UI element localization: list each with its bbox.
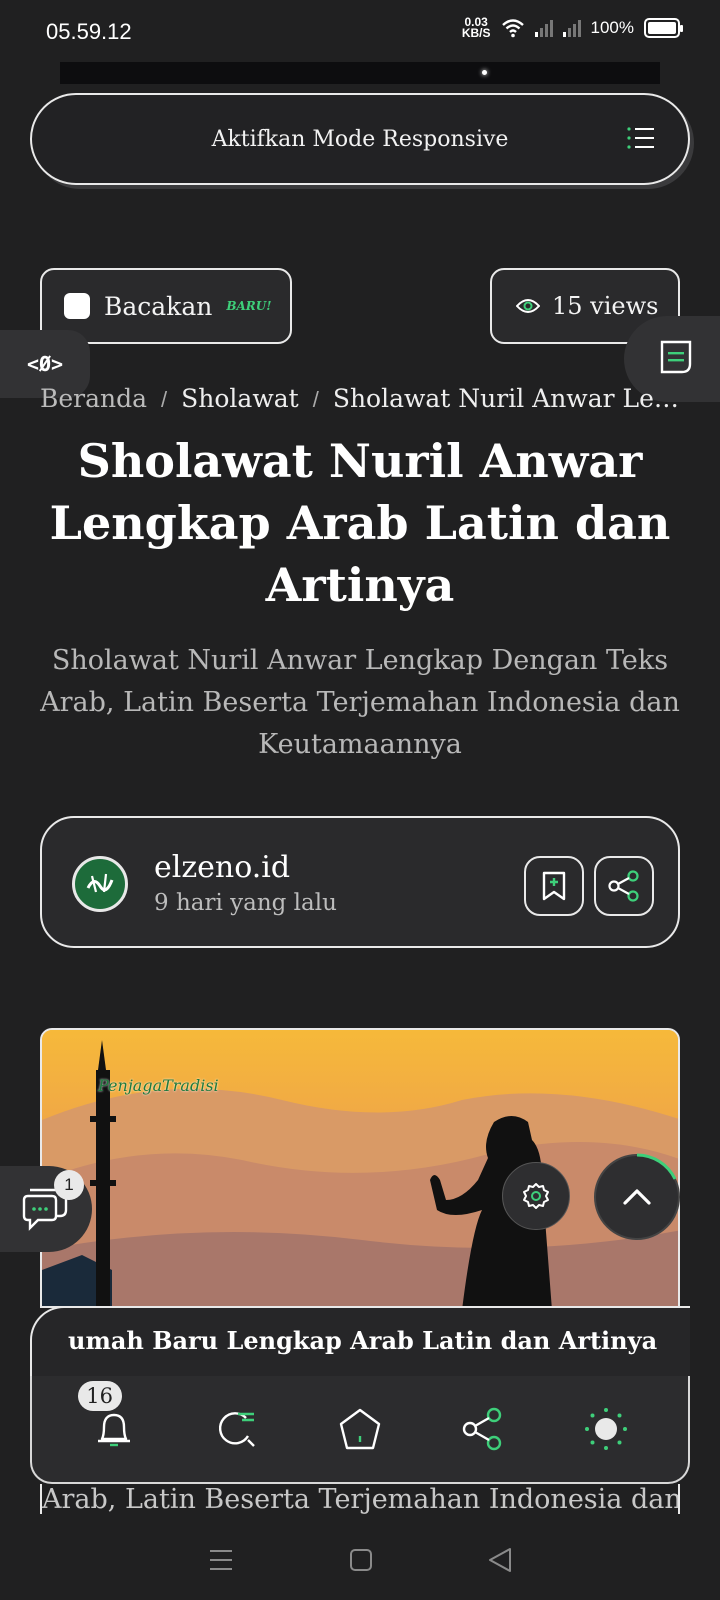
system-navigation-bar <box>0 1520 720 1600</box>
responsive-mode-toggle[interactable]: Aktifkan Mode Responsive <box>30 93 690 185</box>
code-tool-label: <Ø> <box>26 352 64 376</box>
wifi-icon <box>501 19 524 38</box>
breadcrumb-category[interactable]: Sholawat <box>181 384 299 413</box>
nav-notifications[interactable]: 16 <box>77 1381 144 1459</box>
views-label: 15 views <box>552 292 659 320</box>
article-hero-image: PenjagaTradisi <box>40 1028 680 1308</box>
home-system-icon[interactable] <box>349 1548 373 1572</box>
bacakan-label: Bacakan <box>104 291 213 321</box>
status-time: 05.59.12 <box>46 19 132 44</box>
gear-icon <box>523 1183 549 1209</box>
sunset-prayer-illustration <box>42 1030 678 1306</box>
nav-share[interactable] <box>453 1399 513 1459</box>
search-icon <box>218 1412 255 1447</box>
settings-button[interactable] <box>502 1162 570 1230</box>
nav-search[interactable] <box>207 1399 267 1459</box>
image-watermark: PenjagaTradisi <box>98 1076 219 1095</box>
battery-percent: 100% <box>590 18 634 37</box>
bookmark-add-icon <box>542 871 566 901</box>
share-icon <box>608 870 639 902</box>
back-icon[interactable] <box>488 1547 512 1573</box>
bookmark-button[interactable] <box>524 856 584 916</box>
author-avatar[interactable] <box>72 856 128 912</box>
status-bar: 05.59.12 0.03 KB/S 100% <box>0 0 720 62</box>
net-speed: 0.03 KB/S <box>461 16 491 40</box>
battery-icon <box>644 18 683 38</box>
responsive-mode-label: Aktifkan Mode Responsive <box>211 126 509 152</box>
scroll-progress-ring <box>636 1153 677 1180</box>
bacakan-square-icon <box>64 293 90 319</box>
brightness-icon <box>585 1408 628 1450</box>
bottom-navigation: 16 <box>30 1376 690 1484</box>
home-icon <box>339 1408 381 1450</box>
top-image-strip <box>60 62 660 84</box>
avatar-logo-icon <box>80 864 120 904</box>
comments-count-badge: 1 <box>54 1170 84 1200</box>
author-card: elzeno.id 9 hari yang lalu <box>40 816 680 948</box>
share-icon <box>462 1407 502 1451</box>
breadcrumb-separator: / <box>312 387 319 412</box>
breadcrumb-current: Sholawat Nuril Anwar Le… <box>332 384 679 413</box>
menu-list-icon <box>627 127 654 149</box>
article-title: Sholawat Nuril Anwar Lengkap Arab Latin … <box>49 434 671 612</box>
eye-icon <box>516 299 540 313</box>
nav-home[interactable] <box>330 1399 390 1459</box>
notification-count: 16 <box>77 1381 122 1411</box>
bell-icon <box>97 1413 130 1447</box>
breadcrumb: Beranda / Sholawat / Sholawat Nuril Anwar Le… <box>40 384 690 413</box>
article-subtitle-repeat: Arab, Latin Beserta Terjemahan Indonesia… <box>40 1484 680 1514</box>
ticker-item[interactable]: umah Baru Lengkap Arab Latin dan Artinya <box>68 1326 657 1355</box>
scroll-to-top-button[interactable] <box>594 1153 680 1240</box>
signal-1-icon <box>534 19 553 37</box>
related-posts-ticker[interactable]: umah Baru Lengkap Arab Latin dan Artinya… <box>30 1306 690 1376</box>
breadcrumb-home[interactable]: Beranda <box>40 384 147 413</box>
new-badge: BARU! <box>226 299 272 313</box>
article-subtitle: Sholawat Nuril Anwar Lengkap Dengan Teks… <box>40 645 680 760</box>
net-speed-unit: KB/S <box>461 26 491 40</box>
post-date: 9 hari yang lalu <box>154 890 337 916</box>
share-button[interactable] <box>594 856 654 916</box>
nav-theme-toggle[interactable] <box>576 1399 636 1459</box>
recent-apps-icon[interactable] <box>208 1548 234 1572</box>
comments-button[interactable]: 1 <box>0 1166 92 1252</box>
breadcrumb-separator: / <box>161 387 168 412</box>
author-name[interactable]: elzeno.id <box>154 850 290 885</box>
signal-2-icon <box>562 19 581 37</box>
toc-icon <box>660 340 692 374</box>
